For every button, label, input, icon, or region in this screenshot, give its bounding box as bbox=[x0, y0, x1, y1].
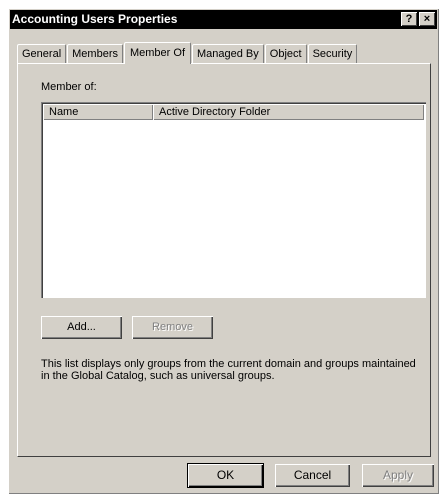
remove-button[interactable]: Remove bbox=[132, 316, 213, 339]
member-of-panel: Member of: Name Active Directory Folder … bbox=[17, 63, 431, 457]
tab-security[interactable]: Security bbox=[307, 44, 358, 63]
member-of-list[interactable]: Name Active Directory Folder bbox=[41, 102, 426, 298]
ok-button[interactable]: OK bbox=[188, 464, 263, 487]
info-text: This list displays only groups from the … bbox=[41, 358, 416, 382]
tab-members[interactable]: Members bbox=[67, 44, 123, 63]
list-header: Name Active Directory Folder bbox=[43, 104, 424, 120]
apply-button[interactable]: Apply bbox=[362, 464, 434, 487]
tab-general[interactable]: General bbox=[17, 44, 67, 63]
column-header-name[interactable]: Name bbox=[43, 104, 153, 120]
properties-dialog: Accounting Users Properties ? × General … bbox=[8, 8, 439, 494]
cancel-button[interactable]: Cancel bbox=[275, 464, 350, 487]
title-bar[interactable]: Accounting Users Properties ? × bbox=[10, 10, 437, 29]
add-button[interactable]: Add... bbox=[41, 316, 122, 339]
tab-member-of[interactable]: Member Of bbox=[123, 42, 191, 64]
close-button[interactable]: × bbox=[419, 12, 435, 26]
tab-strip: General Members Member Of Managed By Obj… bbox=[17, 41, 358, 64]
tab-managed-by[interactable]: Managed By bbox=[192, 44, 264, 63]
column-header-ad-folder[interactable]: Active Directory Folder bbox=[153, 104, 424, 120]
window-title: Accounting Users Properties bbox=[12, 12, 178, 26]
member-of-label: Member of: bbox=[41, 81, 97, 93]
tab-object[interactable]: Object bbox=[264, 44, 307, 63]
help-button[interactable]: ? bbox=[401, 12, 417, 26]
